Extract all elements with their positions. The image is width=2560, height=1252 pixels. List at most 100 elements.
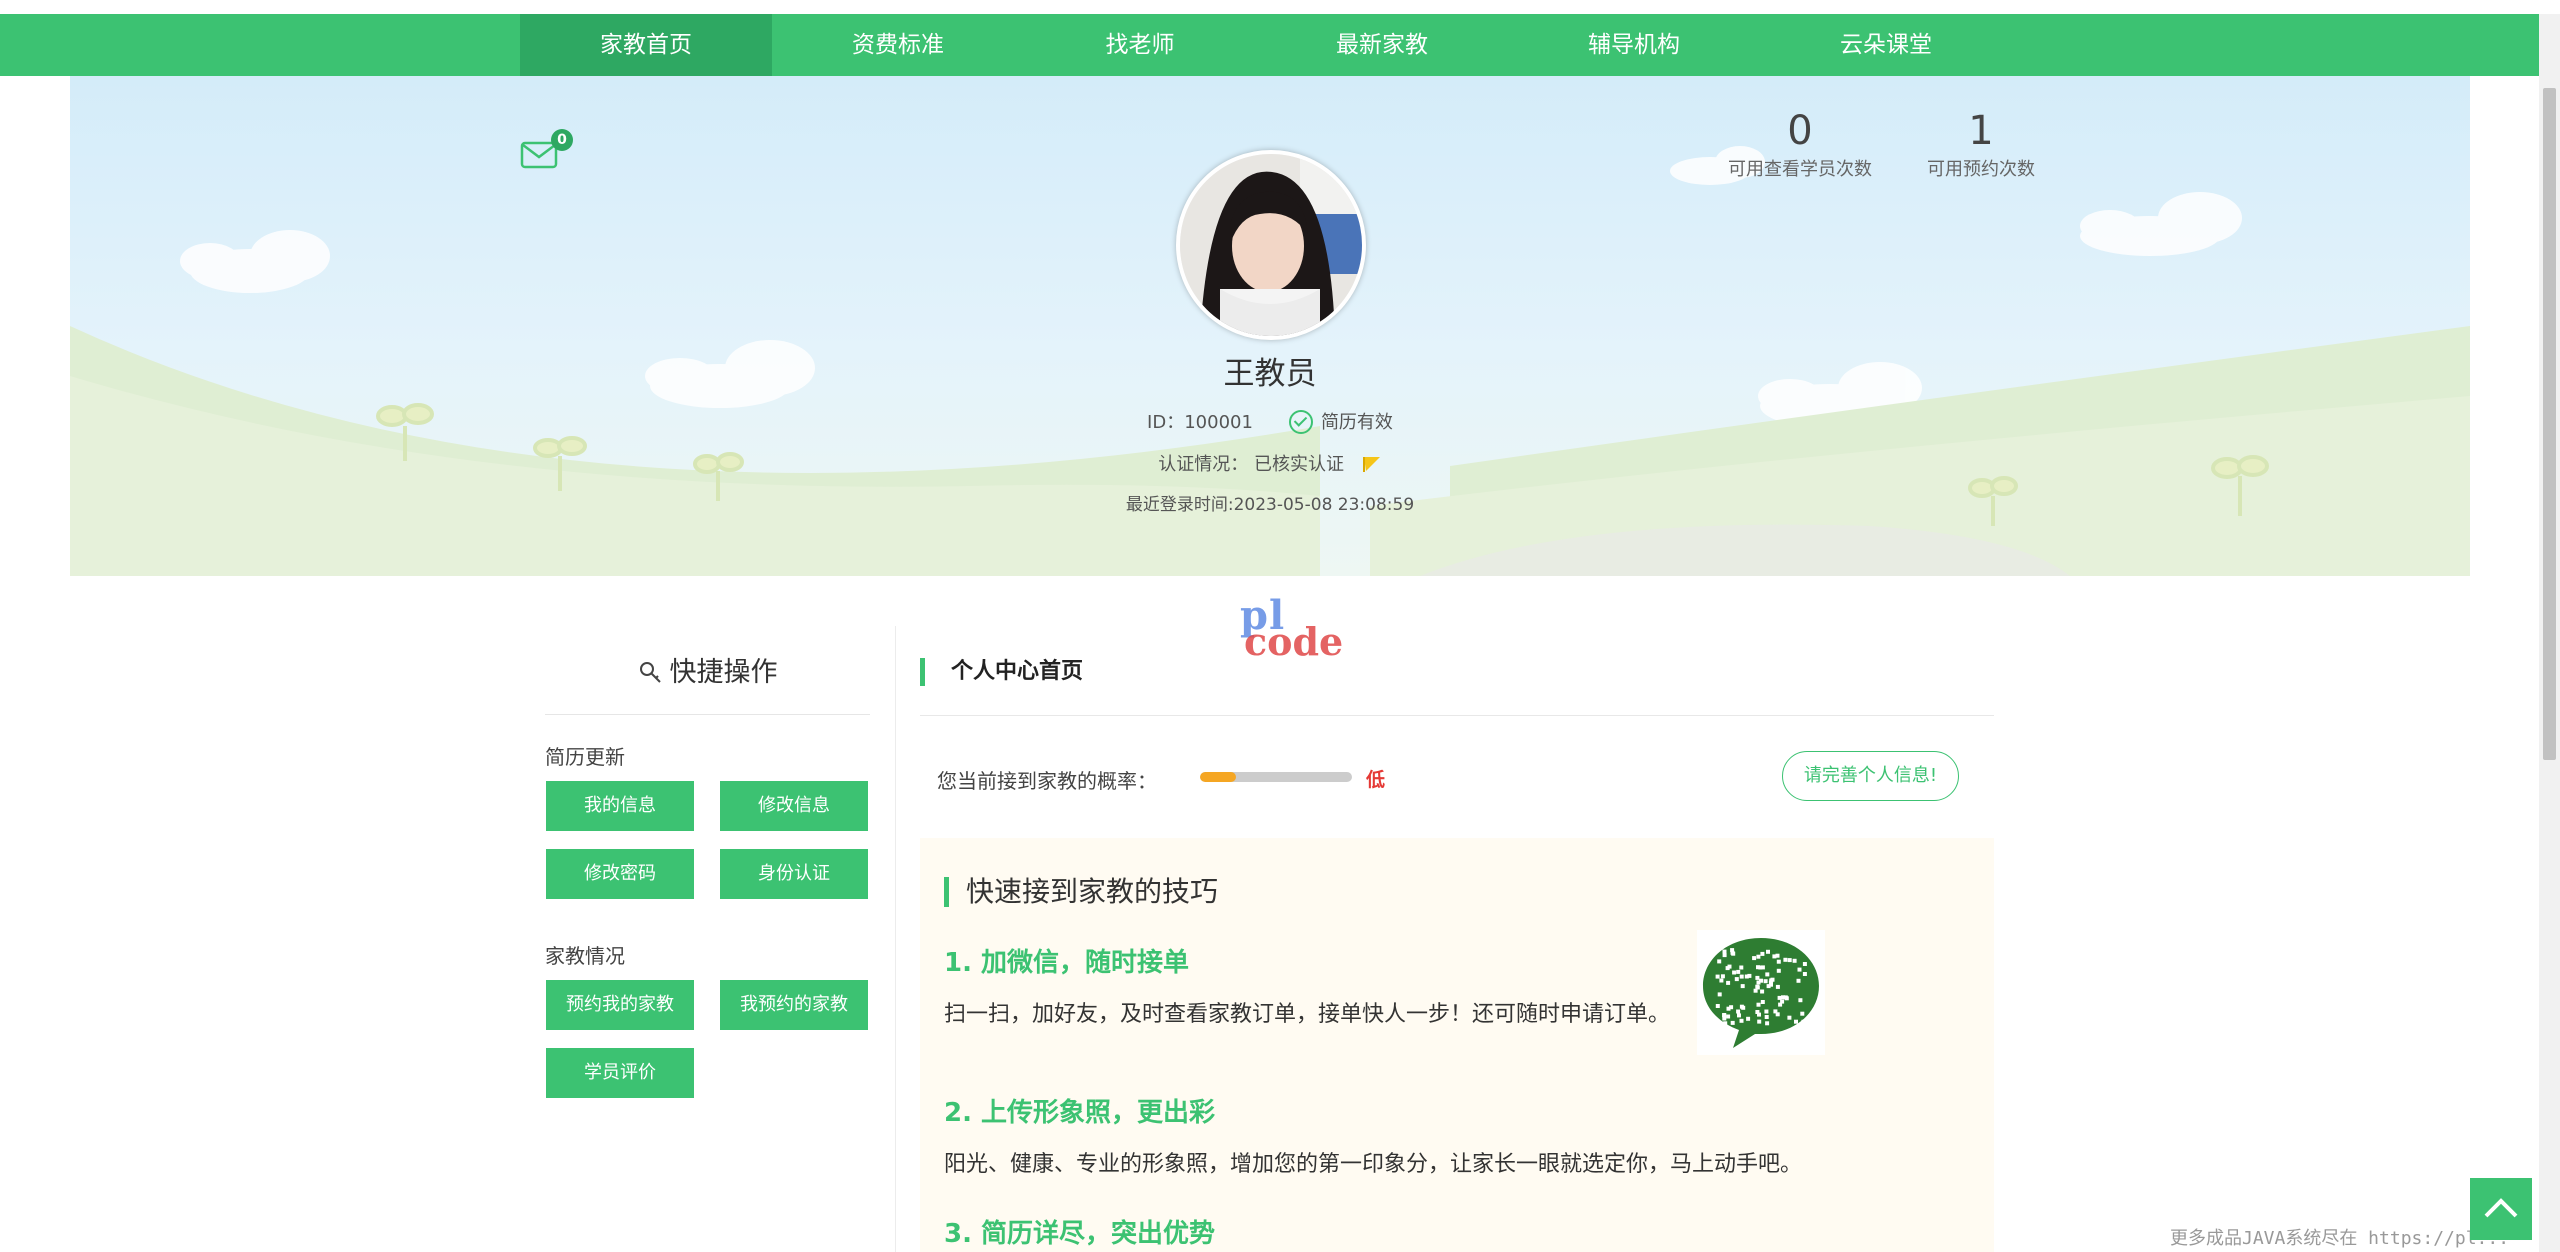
qr-dot bbox=[1740, 984, 1745, 989]
watermark-line2: code bbox=[1244, 619, 1344, 664]
stat-view-count-label: 可用查看学员次数 bbox=[1728, 159, 1872, 180]
student-reviews-button[interactable]: 学员评价 bbox=[546, 1048, 694, 1098]
tip-text: 扫一扫，加好友，及时查看家教订单，接单快人一步！还可随时申请订单。 bbox=[944, 1002, 1671, 1027]
qr-dot bbox=[1783, 957, 1788, 962]
qr-dot bbox=[1776, 959, 1781, 964]
qr-dot bbox=[1722, 1013, 1727, 1018]
qr-dot bbox=[1797, 967, 1802, 972]
qr-dot bbox=[1734, 977, 1739, 982]
qr-dot bbox=[1755, 984, 1760, 989]
divider bbox=[920, 715, 1994, 716]
qr-dot bbox=[1756, 1002, 1761, 1007]
id-line: ID：100001 简历有效 bbox=[1040, 408, 1500, 434]
qr-dot bbox=[1736, 969, 1741, 974]
qr-dot bbox=[1776, 968, 1781, 973]
qr-dot bbox=[1787, 958, 1792, 963]
verified-flag-icon bbox=[1362, 457, 1380, 472]
qr-dot bbox=[1759, 978, 1763, 983]
auth-status: 已核实认证 bbox=[1254, 454, 1344, 475]
nav-item-institutions[interactable]: 辅导机构 bbox=[1508, 14, 1760, 76]
qr-dot bbox=[1730, 948, 1735, 953]
qr-dot bbox=[1792, 958, 1797, 963]
qr-dot bbox=[1727, 964, 1732, 969]
my-info-button[interactable]: 我的信息 bbox=[546, 781, 694, 831]
qr-dot bbox=[1757, 1019, 1762, 1024]
qr-dot bbox=[1730, 1020, 1735, 1025]
qr-dot bbox=[1715, 1004, 1720, 1008]
qr-dot bbox=[1753, 988, 1758, 993]
qr-dot bbox=[1781, 995, 1785, 1000]
qr-dot bbox=[1755, 975, 1760, 980]
tip-heading: 1. 加微信，随时接单 bbox=[944, 948, 1190, 978]
identity-verify-button[interactable]: 身份认证 bbox=[720, 849, 868, 899]
probability-bar bbox=[1200, 772, 1352, 782]
mail-count-badge: 0 bbox=[551, 129, 573, 151]
qr-dot bbox=[1726, 1006, 1731, 1011]
qr-dot bbox=[1765, 1021, 1770, 1026]
banner-right-margin bbox=[2470, 76, 2540, 576]
qr-dot bbox=[1787, 1015, 1792, 1020]
probability-bar-fill bbox=[1200, 772, 1237, 782]
qr-dot bbox=[1760, 951, 1765, 956]
tip-heading: 3. 简历详尽，突出优势 bbox=[944, 1219, 1216, 1249]
qr-dot bbox=[1758, 965, 1763, 970]
qr-dot bbox=[1717, 992, 1722, 997]
banner-left-margin bbox=[0, 76, 70, 576]
nav-item-pricing[interactable]: 资费标准 bbox=[772, 14, 1024, 76]
auth-label: 认证情况： bbox=[1158, 454, 1249, 475]
footer-note: 更多成品JAVA系统尽在 https://pl... bbox=[2170, 1228, 2510, 1249]
change-password-button[interactable]: 修改密码 bbox=[546, 849, 694, 899]
auth-line: 认证情况： 已核实认证 bbox=[1040, 450, 1500, 476]
key-icon bbox=[639, 662, 661, 683]
qr-dot bbox=[1763, 979, 1768, 984]
qr-dot bbox=[1752, 956, 1757, 961]
back-to-top-button[interactable] bbox=[2470, 1178, 2532, 1240]
qr-dot bbox=[1757, 1012, 1761, 1017]
qr-dot bbox=[1739, 1018, 1744, 1023]
check-circle-icon bbox=[1288, 410, 1313, 434]
qr-dot bbox=[1773, 1009, 1778, 1014]
qr-dot bbox=[1719, 978, 1724, 983]
qr-dot bbox=[1801, 1019, 1806, 1024]
avatar-photo bbox=[1180, 154, 1362, 336]
teacher-id: ID：100001 bbox=[1147, 412, 1253, 433]
nav-item-home[interactable]: 家教首页 bbox=[520, 14, 772, 76]
wechat-qr-icon bbox=[1697, 930, 1825, 1055]
scrollbar-thumb[interactable] bbox=[2543, 88, 2556, 760]
qr-dot bbox=[1732, 970, 1737, 975]
qr-dot bbox=[1720, 974, 1725, 979]
qr-dot bbox=[1796, 978, 1801, 983]
qr-dot bbox=[1756, 954, 1761, 959]
qr-dot bbox=[1794, 1019, 1798, 1024]
column-divider bbox=[895, 626, 896, 1252]
qr-dot bbox=[1723, 1021, 1728, 1026]
qr-dot bbox=[1802, 962, 1807, 966]
edit-info-button[interactable]: 修改信息 bbox=[720, 781, 868, 831]
group-resume-update: 简历更新 bbox=[545, 745, 625, 769]
qr-dot bbox=[1739, 965, 1744, 970]
booked-me-button[interactable]: 预约我的家教 bbox=[546, 980, 694, 1030]
nav-item-cloud-class[interactable]: 云朵课堂 bbox=[1760, 14, 2012, 76]
probability-level: 低 bbox=[1366, 769, 1386, 791]
nav-item-latest-jobs[interactable]: 最新家教 bbox=[1256, 14, 1508, 76]
qr-dot bbox=[1744, 974, 1749, 979]
qr-dot bbox=[1736, 1009, 1741, 1014]
qr-dot bbox=[1798, 998, 1803, 1003]
chevron-up-icon bbox=[2484, 1198, 2518, 1218]
complete-profile-button[interactable]: 请完善个人信息! bbox=[1782, 751, 1959, 801]
qr-dot bbox=[1760, 989, 1765, 994]
qr-dot bbox=[1726, 980, 1731, 985]
page-title: 个人中心首页 bbox=[920, 658, 1083, 686]
stat-booking-count-value: 1 bbox=[1968, 108, 1994, 154]
qr-dot bbox=[1766, 949, 1770, 954]
nav-item-find-teacher[interactable]: 找老师 bbox=[1024, 14, 1256, 76]
qr-dot bbox=[1737, 1013, 1741, 1018]
main-nav: 家教首页 资费标准 找老师 最新家教 辅导机构 云朵课堂 bbox=[0, 14, 2539, 76]
qr-dot bbox=[1764, 1009, 1769, 1014]
qr-dot bbox=[1769, 982, 1773, 987]
my-bookings-button[interactable]: 我预约的家教 bbox=[720, 980, 868, 1030]
tip-heading: 2. 上传形象照，更出彩 bbox=[944, 1098, 1216, 1128]
resume-status: 简历有效 bbox=[1320, 412, 1393, 433]
qr-dot bbox=[1722, 949, 1727, 954]
last-login-time: 最近登录时间:2023-05-08 23:08:59 bbox=[1125, 495, 1415, 515]
